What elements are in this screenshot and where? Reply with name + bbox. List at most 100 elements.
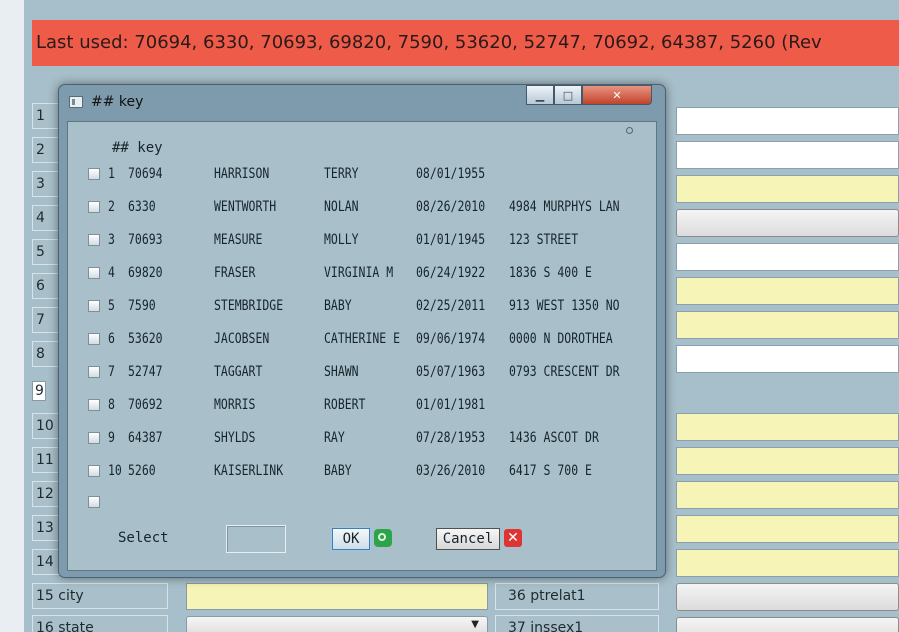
- row-label-city: 15 city: [32, 583, 168, 609]
- row-checkbox[interactable]: [88, 366, 100, 378]
- row-number: 4: [108, 265, 115, 281]
- right-field-11[interactable]: [676, 447, 899, 475]
- list-item: 3 70693 MEASURE MOLLY 01/01/1945 123 STR…: [88, 230, 648, 248]
- right-field-13[interactable]: [676, 515, 899, 543]
- right-field-3[interactable]: [676, 175, 899, 203]
- row-address: 6417 S 700 E: [509, 463, 592, 479]
- right-field-12[interactable]: [676, 481, 899, 509]
- row-key: 70694: [128, 166, 163, 182]
- minimize-button[interactable]: ▁: [526, 85, 554, 105]
- window-icon: [69, 96, 83, 108]
- list-item: 7 52747 TAGGART SHAWN 05/07/1963 0793 CR…: [88, 362, 648, 380]
- label-ptrelat1: 36 ptrelat1: [495, 583, 659, 610]
- row-checkbox[interactable]: [88, 399, 100, 411]
- row-checkbox[interactable]: [88, 300, 100, 312]
- row-address: 1836 S 400 E: [509, 265, 592, 281]
- row-address: 4984 MURPHYS LAN: [509, 199, 620, 215]
- cancel-button[interactable]: Cancel: [436, 528, 500, 550]
- check-circle-icon[interactable]: [374, 529, 392, 547]
- chevron-down-icon: ▼: [471, 619, 479, 630]
- row-address: 1436 ASCOT DR: [509, 430, 599, 446]
- row-checkbox[interactable]: [88, 496, 100, 508]
- row-number: 9: [108, 430, 115, 446]
- row-dob: 09/06/1974: [416, 331, 486, 347]
- corner-circle-icon: [626, 127, 633, 134]
- row-first-name: CATHERINE E: [324, 331, 401, 347]
- row-number: 6: [108, 331, 115, 347]
- right-field-7[interactable]: [676, 311, 899, 339]
- row-address: 123 STREET: [509, 232, 579, 248]
- ok-button[interactable]: OK: [332, 528, 370, 550]
- right-field-2[interactable]: [676, 141, 899, 169]
- right-field-10[interactable]: [676, 413, 899, 441]
- row-key: 6330: [128, 199, 156, 215]
- select-input[interactable]: [226, 525, 286, 553]
- key-dialog: ## key ▁ □ ✕ ## key 1 70694 HARRISON TER…: [58, 84, 666, 578]
- row-number: 7: [108, 364, 115, 380]
- row-key: 70692: [128, 397, 163, 413]
- state-select[interactable]: ▼: [186, 616, 488, 632]
- last-used-banner: Last used: 70694, 6330, 70693, 69820, 75…: [32, 20, 899, 66]
- row-first-name: BABY: [324, 298, 352, 314]
- application-window: Last used: 70694, 6330, 70693, 69820, 75…: [0, 0, 899, 632]
- list-item: [88, 492, 648, 510]
- row-key: 69820: [128, 265, 163, 281]
- row-first-name: MOLLY: [324, 232, 359, 248]
- row-number: 5: [108, 298, 115, 314]
- list-item: 8 70692 MORRIS ROBERT 01/01/1981: [88, 395, 648, 413]
- row-dob: 01/01/1945: [416, 232, 486, 248]
- row-checkbox[interactable]: [88, 168, 100, 180]
- right-field-8[interactable]: [676, 345, 899, 373]
- row-checkbox[interactable]: [88, 267, 100, 279]
- row-key: 70693: [128, 232, 163, 248]
- row-last-name: JACOBSEN: [214, 331, 270, 347]
- right-field-1[interactable]: [676, 107, 899, 135]
- right-field-5[interactable]: [676, 243, 899, 271]
- row-number: 1: [108, 166, 115, 182]
- row-address: 913 WEST 1350 NO: [509, 298, 620, 314]
- left-strip: [0, 0, 24, 632]
- row-key: 52747: [128, 364, 163, 380]
- row-dob: 05/07/1963: [416, 364, 486, 380]
- window-controls: ▁ □ ✕: [526, 85, 658, 107]
- list-item: 2 6330 WENTWORTH NOLAN 08/26/2010 4984 M…: [88, 197, 648, 215]
- row-number: 10: [108, 463, 122, 479]
- city-input[interactable]: [186, 583, 488, 610]
- row-last-name: KAISERLINK: [214, 463, 284, 479]
- row-key: 7590: [128, 298, 156, 314]
- row-checkbox[interactable]: [88, 432, 100, 444]
- row-address: 0793 CRESCENT DR: [509, 364, 620, 380]
- row-dob: 03/26/2010: [416, 463, 486, 479]
- row-key: 64387: [128, 430, 163, 446]
- row-dob: 02/25/2011: [416, 298, 486, 314]
- right-field-6[interactable]: [676, 277, 899, 305]
- close-button[interactable]: ✕: [582, 85, 652, 105]
- maximize-button[interactable]: □: [554, 85, 582, 105]
- row-last-name: TAGGART: [214, 364, 263, 380]
- close-icon[interactable]: ✕: [504, 529, 522, 547]
- row-first-name: NOLAN: [324, 199, 359, 215]
- label-inssex1: 37 inssex1: [495, 615, 659, 632]
- row-dob: 07/28/1953: [416, 430, 486, 446]
- right-field-16[interactable]: [676, 617, 899, 632]
- right-field-4[interactable]: [676, 209, 899, 237]
- dialog-titlebar[interactable]: ## key ▁ □ ✕: [59, 85, 665, 121]
- right-field-9: [676, 379, 899, 407]
- right-field-15[interactable]: [676, 583, 899, 611]
- select-label: Select: [118, 530, 169, 546]
- row-last-name: MEASURE: [214, 232, 263, 248]
- row-address: 0000 N DOROTHEA: [509, 331, 613, 347]
- list-item: 10 5260 KAISERLINK BABY 03/26/2010 6417 …: [88, 461, 648, 479]
- row-checkbox[interactable]: [88, 201, 100, 213]
- row-number: 3: [108, 232, 115, 248]
- row-last-name: FRASER: [214, 265, 256, 281]
- list-item: 6 53620 JACOBSEN CATHERINE E 09/06/1974 …: [88, 329, 648, 347]
- row-label-9[interactable]: 9: [32, 381, 46, 401]
- row-checkbox[interactable]: [88, 465, 100, 477]
- row-checkbox[interactable]: [88, 333, 100, 345]
- row-number: 2: [108, 199, 115, 215]
- row-number: 8: [108, 397, 115, 413]
- right-field-14[interactable]: [676, 549, 899, 577]
- row-checkbox[interactable]: [88, 234, 100, 246]
- row-label-state: 16 state: [32, 615, 168, 632]
